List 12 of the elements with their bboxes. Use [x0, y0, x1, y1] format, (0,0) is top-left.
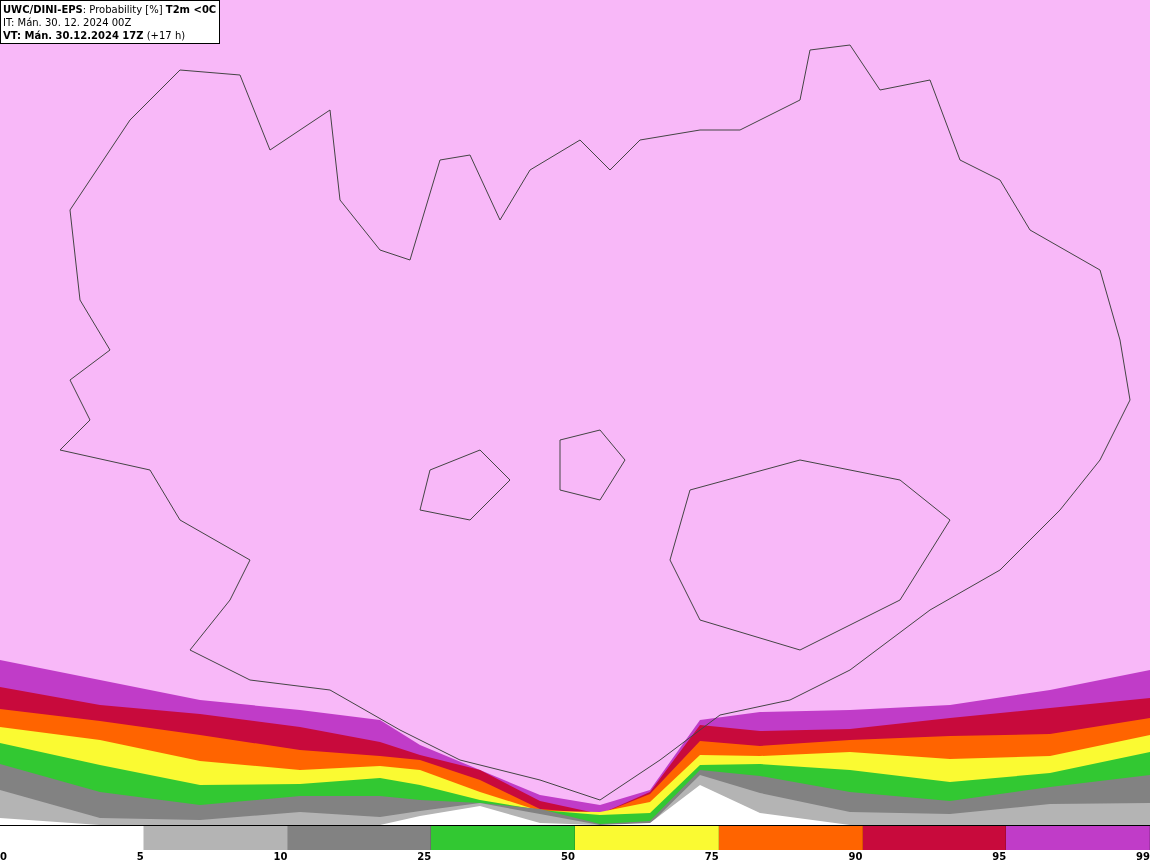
scale-tick-label: 90: [848, 850, 863, 863]
scale-tick-label: 5: [136, 850, 144, 863]
scale-tick-label: 0: [0, 850, 7, 863]
map-info-text: UWC/DINI-EPS: Probability [%] T2m <0C: [3, 3, 217, 16]
scale-tick-label: 25: [417, 850, 432, 863]
scale-tick-label: 95: [992, 850, 1007, 863]
map-info-text: IT: Mán. 30. 12. 2024 00Z: [3, 16, 133, 29]
scale-tick-label: 10: [273, 850, 288, 863]
scale-tick-label: 75: [704, 850, 719, 863]
map-info-text: VT: Mán. 30.12.2024 17Z (+17 h): [3, 29, 187, 42]
scale-tick-label: 99: [1135, 850, 1150, 863]
scale-tick-label: 50: [561, 850, 575, 863]
